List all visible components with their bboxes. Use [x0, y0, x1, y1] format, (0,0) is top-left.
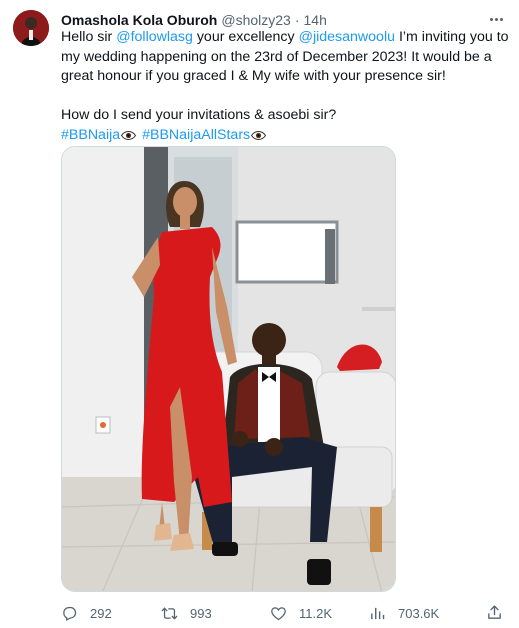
tweet-paragraph-1: Hello sir @followlasg your excellency @j… [61, 28, 513, 87]
hashtag-bbnaija[interactable]: #BBNaija [61, 127, 120, 143]
repost-icon [161, 607, 178, 619]
mention-followlasg[interactable]: @followlasg [116, 29, 193, 45]
couple-photo [62, 147, 395, 591]
views-icon [371, 607, 385, 619]
avatar[interactable] [13, 10, 49, 46]
tweet-actions: 292 993 11.2K 703.6K [61, 603, 513, 623]
mention-jidesanwoolu[interactable]: @jidesanwoolu [299, 29, 395, 45]
share-icon[interactable] [486, 604, 503, 621]
author-handle[interactable]: @sholzy23 [221, 12, 290, 28]
author-name[interactable]: Omashola Kola Oburoh [61, 12, 217, 28]
reply-icon [63, 606, 77, 621]
tweet-header: Omashola Kola Oburoh @sholzy23 · 14h [61, 11, 489, 29]
text-segment: Hello sir [61, 29, 117, 45]
like-button[interactable]: 11.2K [270, 603, 332, 623]
tweet: Omashola Kola Oburoh @sholzy23 · 14h Hel… [0, 0, 519, 628]
more-icon[interactable] [485, 10, 507, 28]
tweet-photo[interactable] [61, 146, 396, 592]
reply-count: 292 [90, 605, 112, 621]
like-count: 11.2K [299, 605, 333, 621]
avatar-image [13, 10, 49, 46]
reply-button[interactable]: 292 [61, 603, 112, 623]
hashtag-line: #BBNaija #BBNaijaAllStars [61, 126, 513, 146]
hashtag-bbnaijaallstars[interactable]: #BBNaijaAllStars [142, 127, 250, 143]
eye-emoji-icon [121, 130, 137, 140]
heart-icon [271, 606, 286, 620]
text-segment: your excellency [192, 29, 299, 45]
views-button[interactable]: 703.6K [369, 603, 439, 623]
repost-count: 993 [190, 605, 212, 621]
tweet-paragraph-2: How do I send your invitations & asoebi … [61, 107, 337, 123]
separator-dot: · [294, 12, 300, 28]
timestamp[interactable]: 14h [304, 12, 327, 28]
repost-button[interactable]: 993 [161, 603, 212, 623]
tweet-text: Hello sir @followlasg your excellency @j… [61, 28, 513, 145]
views-count: 703.6K [398, 605, 440, 621]
eye-emoji-icon [251, 130, 267, 140]
